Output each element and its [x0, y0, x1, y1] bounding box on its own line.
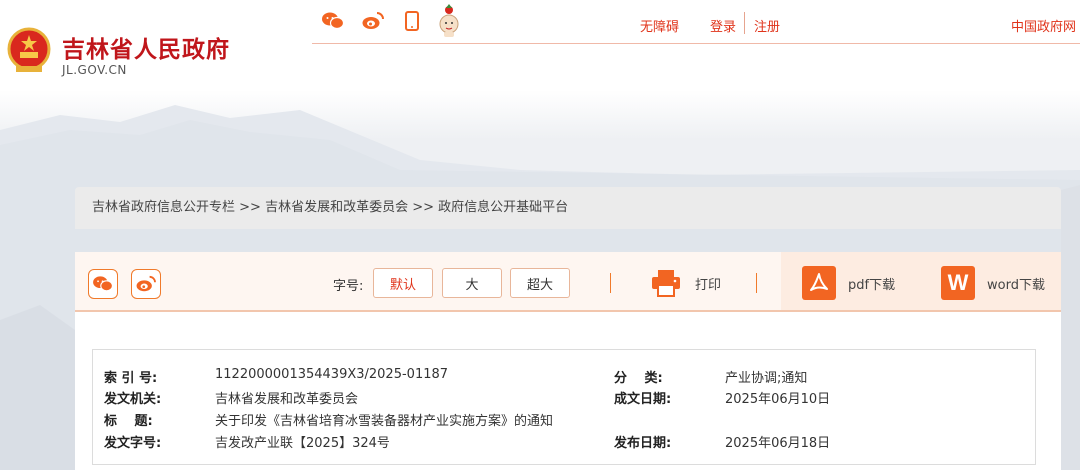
issuer-label: 发文机关: — [104, 392, 162, 407]
font-large-button[interactable]: 大 — [442, 268, 502, 298]
category-label: 分 类: — [614, 371, 663, 386]
word-icon[interactable]: W — [941, 266, 975, 300]
login-register-separator — [744, 12, 745, 34]
login-link[interactable]: 登录 — [710, 16, 736, 35]
national-emblem-icon — [7, 27, 51, 72]
breadcrumb-separator: >> — [235, 200, 266, 215]
document-info-panel: 索 引 号: 1122000001354439X3/2025-01187 分 类… — [75, 312, 1061, 470]
title-label: 标 题: — [104, 414, 153, 429]
header-divider — [312, 43, 1080, 44]
print-button[interactable]: 打印 — [695, 274, 721, 293]
index-number-label: 索 引 号: — [104, 371, 158, 386]
pdf-icon[interactable] — [802, 266, 836, 300]
date-written-value: 2025年06月10日 — [725, 392, 831, 407]
weibo-icon — [136, 275, 156, 292]
font-default-button[interactable]: 默认 — [373, 268, 433, 298]
issuer-value: 吉林省发展和改革委员会 — [215, 392, 359, 407]
pdf-download-button[interactable]: pdf下载 — [848, 274, 895, 293]
printer-icon[interactable] — [650, 268, 682, 298]
site-domain: JL.GOV.CN — [62, 63, 127, 77]
publish-date-label: 发布日期: — [614, 436, 672, 451]
breadcrumb-item-platform[interactable]: 政府信息公开基础平台 — [438, 200, 568, 215]
document-number-label: 发文字号: — [104, 436, 162, 451]
accessibility-link[interactable]: 无障碍 — [640, 16, 679, 35]
share-weibo-button[interactable] — [131, 269, 161, 299]
site-title[interactable]: 吉林省人民政府 — [62, 30, 230, 64]
document-info-table: 索 引 号: 1122000001354439X3/2025-01187 分 类… — [92, 349, 1036, 465]
index-number-value: 1122000001354439X3/2025-01187 — [215, 367, 449, 382]
font-size-label: 字号: — [333, 279, 364, 294]
mobile-icon[interactable] — [401, 10, 423, 32]
breadcrumb-item-info-column[interactable]: 吉林省政府信息公开专栏 — [92, 200, 235, 215]
breadcrumb-item-ndrc[interactable]: 吉林省发展和改革委员会 — [265, 200, 408, 215]
toolbar-separator — [610, 273, 611, 293]
font-xlarge-button[interactable]: 超大 — [510, 268, 570, 298]
document-number-value: 吉发改产业联【2025】324号 — [215, 436, 390, 451]
weibo-icon[interactable] — [362, 10, 384, 32]
word-download-button[interactable]: word下载 — [987, 274, 1045, 293]
register-link[interactable]: 注册 — [754, 16, 780, 35]
title-value: 关于印发《吉林省培育冰雪装备器材产业实施方案》的通知 — [215, 414, 554, 429]
date-written-label: 成文日期: — [614, 392, 672, 407]
china-gov-link[interactable]: 中国政府网 — [1011, 16, 1076, 35]
category-value: 产业协调;通知 — [725, 371, 808, 386]
publish-date-value: 2025年06月18日 — [725, 436, 831, 451]
breadcrumb: 吉林省政府信息公开专栏 >> 吉林省发展和改革委员会 >> 政府信息公开基础平台 — [75, 187, 1061, 229]
share-wechat-button[interactable] — [88, 269, 118, 299]
toolbar-separator — [756, 273, 757, 293]
wechat-icon[interactable] — [322, 10, 344, 32]
mascot-icon[interactable] — [437, 4, 461, 38]
article-toolbar: 字号: 默认 大 超大 打印 pdf下载 W word下载 — [75, 252, 1061, 312]
breadcrumb-separator: >> — [408, 200, 439, 215]
wechat-icon — [93, 276, 113, 292]
